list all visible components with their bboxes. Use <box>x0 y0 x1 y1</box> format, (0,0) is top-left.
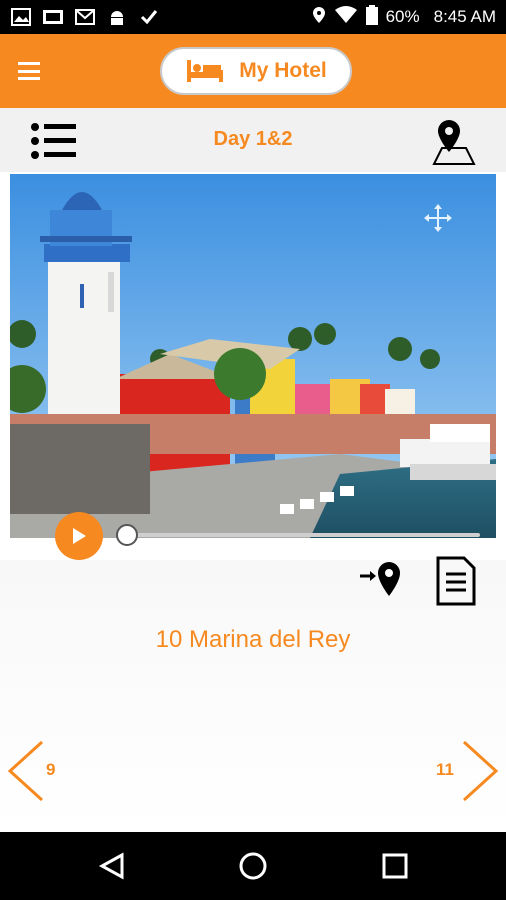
app-bar: My Hotel <box>0 34 506 108</box>
chevron-left-icon <box>7 740 44 802</box>
gmail-icon <box>74 8 96 26</box>
wifi-icon <box>334 5 358 29</box>
next-stop-number: 11 <box>436 760 454 779</box>
chevron-right-icon <box>462 740 499 802</box>
previous-stop-number: 9 <box>46 760 56 779</box>
android-icon <box>106 8 128 26</box>
menu-icon[interactable] <box>18 62 40 80</box>
mail-icon <box>42 8 64 26</box>
play-button[interactable] <box>55 512 103 560</box>
status-bar: 60% 8:45 AM <box>0 0 506 34</box>
my-hotel-button[interactable]: My Hotel <box>160 47 352 95</box>
my-hotel-label: My Hotel <box>239 59 327 82</box>
day-toolbar: Day 1&2 <box>0 108 506 172</box>
audio-player <box>0 510 506 560</box>
battery-icon <box>365 4 378 30</box>
image-icon <box>10 8 32 26</box>
home-icon[interactable] <box>238 851 268 881</box>
bed-icon <box>187 60 224 82</box>
audio-progress-handle[interactable] <box>116 524 138 546</box>
play-icon <box>73 528 86 544</box>
directions-icon[interactable] <box>358 560 404 600</box>
battery-percent: 60% <box>385 7 420 26</box>
previous-stop-button[interactable]: 9 <box>6 740 66 802</box>
stop-name: 10 Marina del Rey <box>155 626 351 653</box>
map-pin-icon[interactable] <box>430 118 478 166</box>
system-nav-bar <box>0 832 506 900</box>
audio-progress-track[interactable] <box>120 533 480 537</box>
move-icon[interactable] <box>422 202 454 234</box>
document-icon[interactable] <box>434 556 476 606</box>
back-icon[interactable] <box>98 851 128 881</box>
recents-icon[interactable] <box>380 851 410 881</box>
check-icon <box>138 8 160 26</box>
clock: 8:45 AM <box>433 7 496 26</box>
stop-photo <box>10 174 496 538</box>
next-stop-button[interactable]: 11 <box>432 740 502 802</box>
location-icon <box>312 6 326 29</box>
stop-details: 10 Marina del Rey 9 11 <box>0 556 506 832</box>
